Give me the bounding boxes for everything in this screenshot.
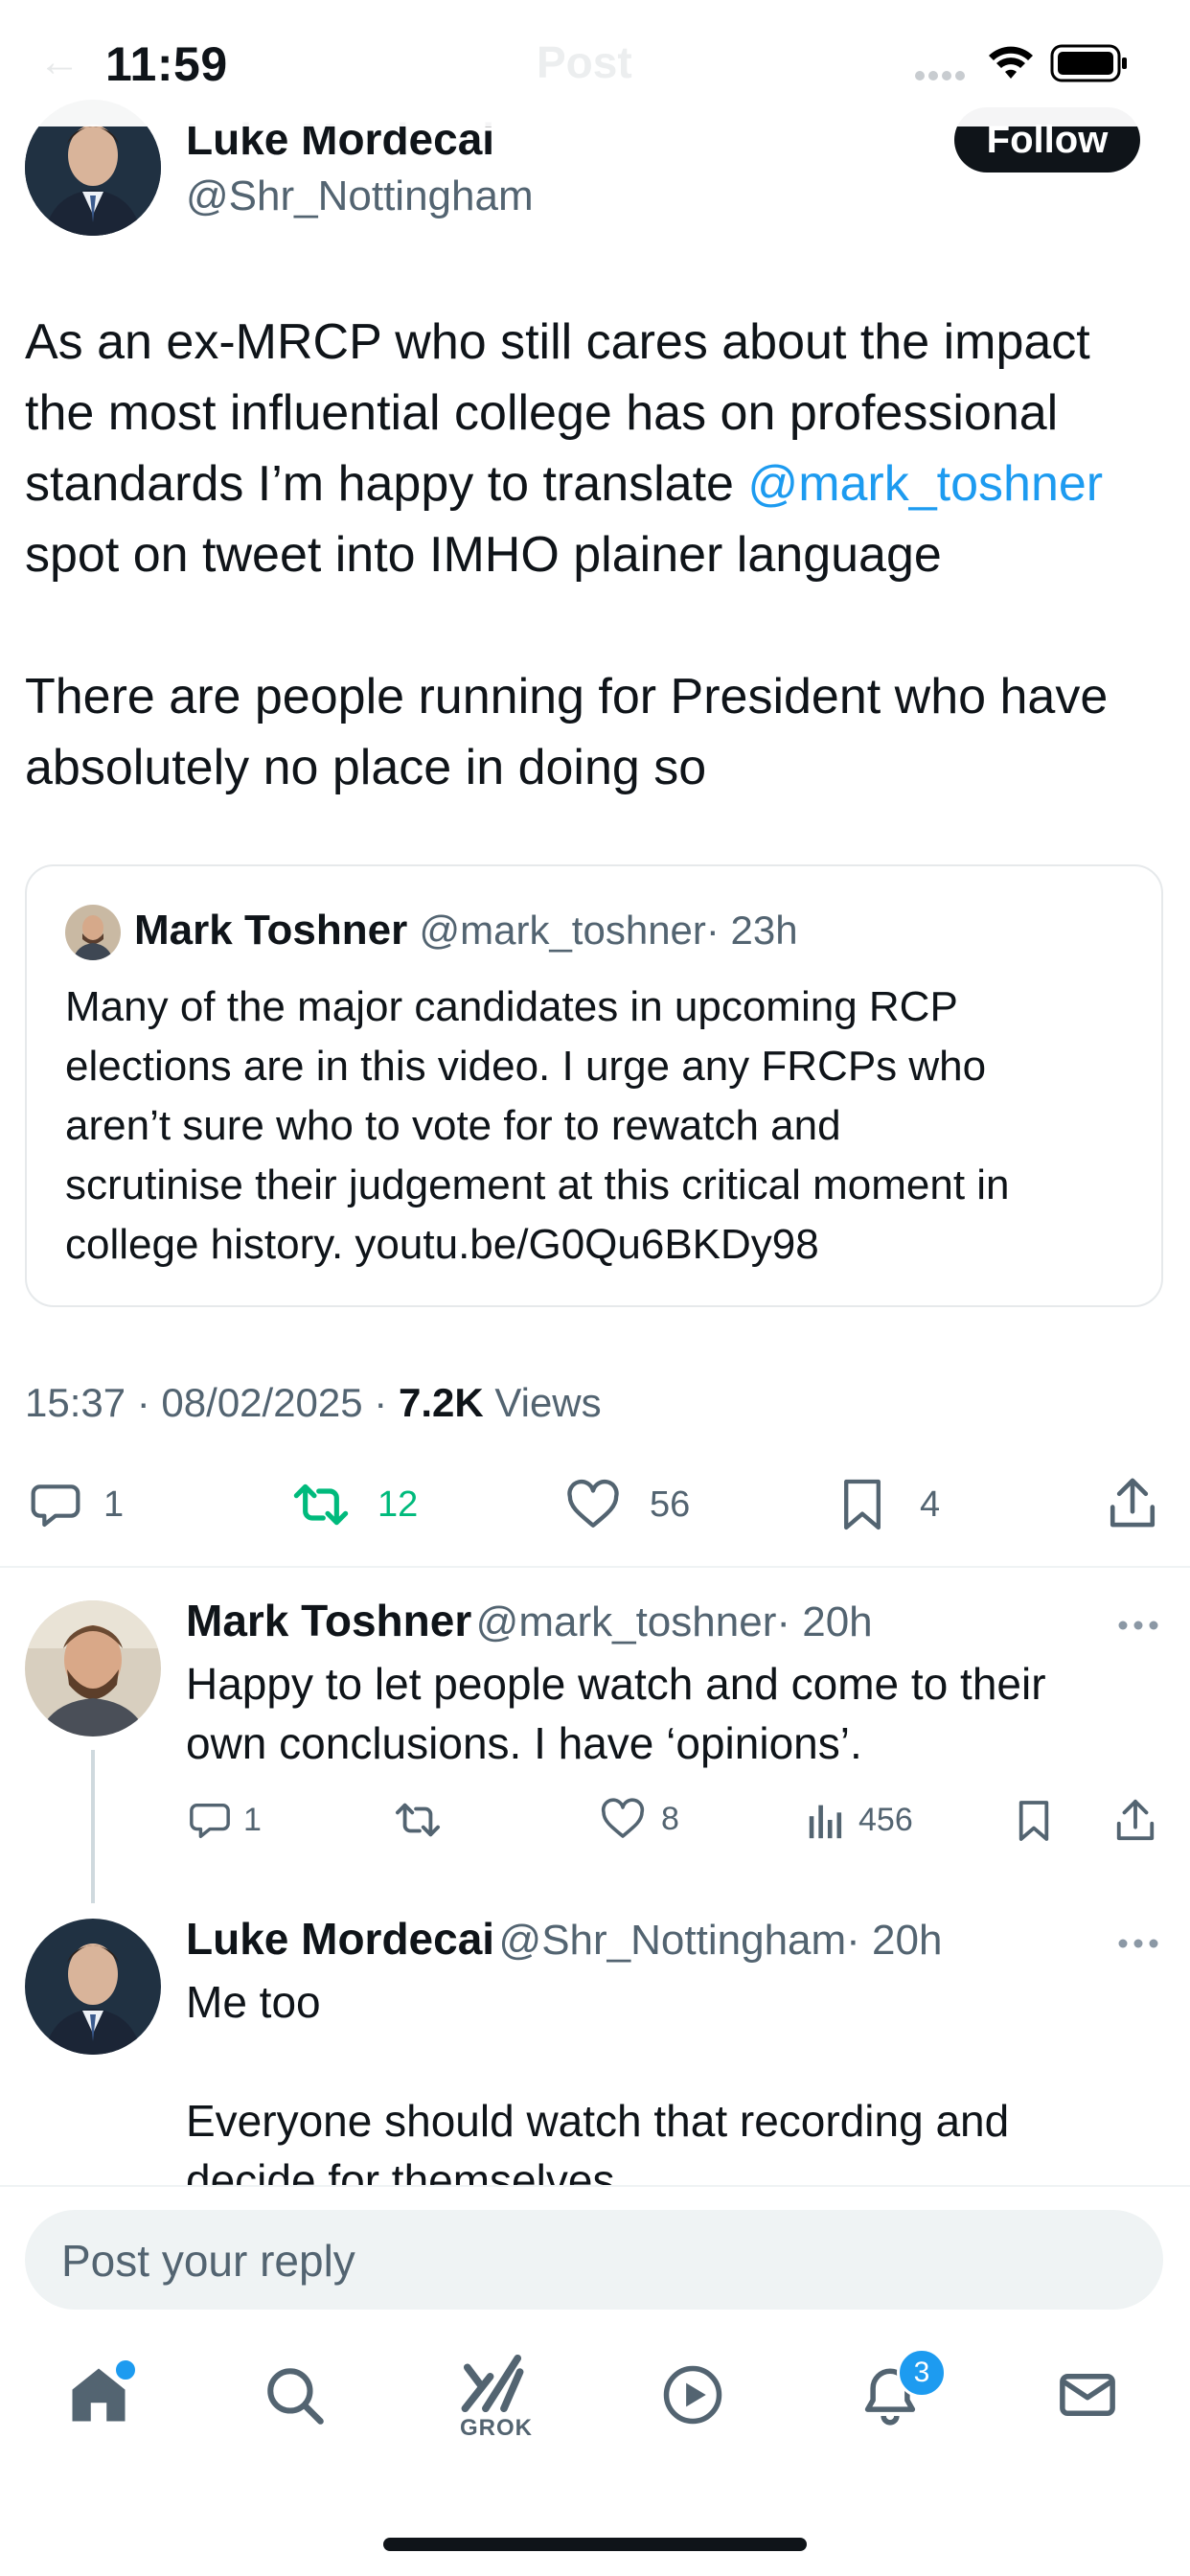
repost-icon[interactable] — [391, 1798, 445, 1842]
quoted-post-text: Many of the major candidates in upcoming… — [65, 978, 1010, 1275]
reply-icon — [188, 1798, 232, 1842]
share-icon[interactable] — [1106, 1474, 1159, 1531]
reply-time: · 20h — [776, 1598, 873, 1645]
reply-icon — [29, 1478, 82, 1531]
search-icon — [263, 2363, 326, 2426]
notifications-badge: 3 — [897, 2348, 947, 2398]
reply-author-avatar[interactable] — [25, 1919, 161, 2055]
like-count: 56 — [650, 1484, 691, 1525]
repost-count: 12 — [378, 1484, 419, 1525]
home-indicator — [383, 2538, 807, 2551]
post-text-line: standards I’m happy to translate @mark_t… — [25, 448, 1175, 519]
wifi-icon — [987, 42, 1035, 80]
like-action[interactable]: 56 — [565, 1476, 690, 1533]
reply-action[interactable]: 1 — [29, 1476, 124, 1533]
grok-label: GROK — [460, 2415, 533, 2441]
reply-reply-action[interactable]: 1 — [188, 1798, 262, 1842]
post-text-line: There are people running for President w… — [25, 669, 1109, 724]
quoted-text-line: aren’t sure who to vote for to rewatch a… — [65, 1102, 841, 1149]
reply-author-avatar[interactable] — [25, 1600, 161, 1736]
reply-views-action[interactable]: 456 — [807, 1798, 913, 1842]
status-time: 11:59 — [105, 37, 228, 91]
post-text-line: the most influential college has on prof… — [25, 385, 1059, 441]
signal-icon — [914, 69, 968, 82]
heart-icon — [600, 1798, 646, 1840]
bookmark-icon[interactable] — [1016, 1798, 1052, 1844]
reply-text-line: Everyone should watch that recording and — [186, 2096, 1010, 2146]
quoted-text-line: college history. youtu.be/G0Qu6BKDy98 — [65, 1221, 819, 1268]
quoted-text-line: scrutinise their judgement at this criti… — [65, 1162, 1010, 1208]
post-text-line: As an ex-MRCP who still cares about the … — [25, 314, 1090, 370]
post-text-line: spot on tweet into IMHO plainer language — [25, 527, 942, 583]
tab-notifications[interactable]: 3 — [858, 2348, 947, 2426]
page-title: Post — [537, 37, 632, 87]
reply-input-placeholder: Post your reply — [61, 2236, 355, 2286]
more-options-icon[interactable] — [1117, 1938, 1159, 1949]
post-text-line: absolutely no place in doing so — [25, 740, 707, 795]
reply-header: Mark Toshner @mark_toshner· 20h — [186, 1595, 873, 1646]
thread-line — [91, 1750, 95, 1903]
author-handle[interactable]: @Shr_Nottingham — [186, 172, 534, 220]
analytics-icon — [807, 1798, 845, 1842]
quoted-author-avatar — [65, 905, 121, 960]
more-options-icon[interactable] — [1117, 1620, 1159, 1631]
tab-search[interactable] — [263, 2363, 326, 2426]
status-bar: ← Post 11:59 — [0, 0, 1190, 126]
reply-count: 1 — [243, 1801, 262, 1838]
tab-video[interactable] — [661, 2363, 724, 2426]
tab-home[interactable] — [67, 2358, 138, 2426]
quoted-post-time: · 23h — [705, 908, 798, 953]
reply-text-line: Happy to let people watch and come to th… — [186, 1659, 1046, 1709]
reply-input[interactable]: Post your reply — [25, 2210, 1163, 2310]
quoted-text-line: elections are in this video. I urge any … — [65, 1043, 987, 1090]
quoted-author-handle[interactable]: @mark_toshner — [419, 908, 705, 953]
reply-text-line: own conclusions. I have ‘opinions’. — [186, 1718, 862, 1768]
repost-action[interactable]: 12 — [289, 1476, 418, 1533]
quoted-text-line: Many of the major candidates in upcoming… — [65, 983, 958, 1030]
bookmark-count: 4 — [920, 1484, 941, 1525]
video-icon — [661, 2363, 724, 2426]
reply-author-name[interactable]: Luke Mordecai — [186, 1914, 494, 1964]
reply-count: 1 — [103, 1484, 125, 1525]
grok-icon — [458, 2354, 535, 2413]
bookmark-icon — [839, 1477, 885, 1532]
reply-time: · 20h — [846, 1917, 943, 1964]
tab-grok[interactable]: GROK — [458, 2354, 535, 2441]
mail-icon — [1056, 2363, 1119, 2426]
bookmark-action[interactable]: 4 — [839, 1476, 940, 1533]
tab-messages[interactable] — [1056, 2363, 1119, 2426]
reply-text: Me too Everyone should watch that record… — [186, 1972, 1009, 2210]
reply-text-line: Me too — [186, 1977, 321, 2027]
post-meta: 15:37 · 08/02/2025 · 7.2K Views — [25, 1380, 602, 1426]
mention-link[interactable]: @mark_toshner — [747, 456, 1103, 512]
post-text-segment: standards I’m happy to translate — [25, 456, 748, 512]
reply-header: Luke Mordecai @Shr_Nottingham· 20h — [186, 1913, 942, 1965]
battery-icon — [1050, 44, 1129, 82]
reply-author-handle[interactable]: @mark_toshner — [476, 1598, 777, 1645]
back-arrow-icon[interactable]: ← — [38, 38, 80, 86]
reply-like-action[interactable]: 8 — [600, 1798, 679, 1840]
quoted-author-name[interactable]: Mark Toshner — [134, 907, 407, 954]
heart-icon — [565, 1479, 621, 1530]
repost-icon — [289, 1478, 353, 1531]
views-count: 456 — [858, 1801, 913, 1838]
views-label[interactable]: Views — [484, 1380, 601, 1425]
share-icon[interactable] — [1113, 1796, 1157, 1844]
post-timestamp: 15:37 · 08/02/2025 · — [25, 1380, 399, 1425]
reply-author-name[interactable]: Mark Toshner — [186, 1596, 471, 1645]
home-unread-dot — [113, 2358, 138, 2382]
like-count: 8 — [661, 1800, 679, 1837]
reply-author-handle[interactable]: @Shr_Nottingham — [499, 1917, 847, 1964]
views-count: 7.2K — [398, 1380, 484, 1425]
reply-text: Happy to let people watch and come to th… — [186, 1654, 1046, 1773]
post-text: As an ex-MRCP who still cares about the … — [25, 307, 1175, 803]
divider — [0, 1566, 1190, 1568]
quoted-post-header: Mark Toshner @mark_toshner· 23h — [134, 907, 798, 954]
